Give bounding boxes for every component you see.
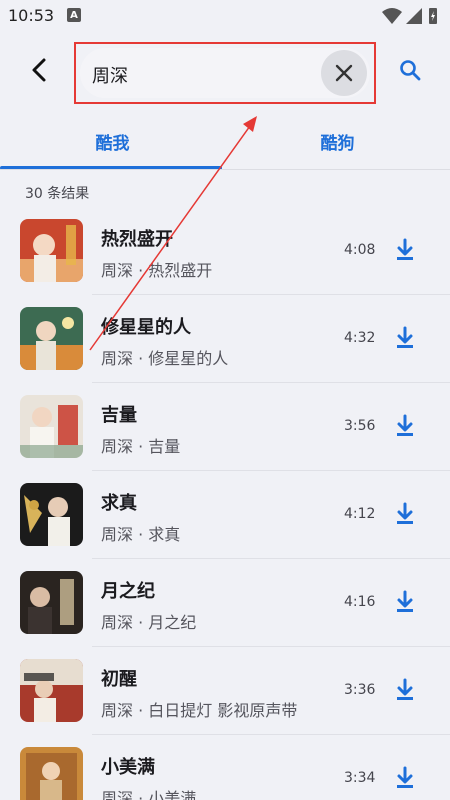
song-row[interactable]: 初醒 周深 · 白日提灯 影视原声带 3:36 bbox=[0, 647, 450, 735]
result-count: 30 条结果 bbox=[25, 186, 90, 202]
download-icon bbox=[397, 766, 413, 788]
download-button[interactable] bbox=[390, 411, 420, 441]
download-icon bbox=[397, 414, 413, 436]
song-title: 初醒 bbox=[101, 669, 137, 690]
song-duration: 3:56 bbox=[344, 418, 376, 434]
download-button[interactable] bbox=[390, 763, 420, 793]
download-button[interactable] bbox=[390, 587, 420, 617]
album-cover bbox=[20, 571, 83, 634]
song-title: 吉量 bbox=[101, 405, 137, 426]
song-row[interactable]: 求真 周深 · 求真 4:12 bbox=[0, 471, 450, 559]
song-list: 热烈盛开 周深 · 热烈盛开 4:08 修星星的人 周深 · 修星星的人 4:3… bbox=[0, 207, 450, 800]
song-title: 求真 bbox=[101, 493, 137, 514]
album-cover bbox=[20, 747, 83, 800]
tab-kuwo[interactable]: 酷我 bbox=[0, 116, 225, 166]
song-row[interactable]: 修星星的人 周深 · 修星星的人 4:32 bbox=[0, 295, 450, 383]
song-artist-album: 周深 · 修星星的人 bbox=[101, 349, 229, 368]
song-title: 热烈盛开 bbox=[101, 229, 173, 250]
source-tabs: 酷我 酷狗 bbox=[0, 116, 450, 170]
song-duration: 4:32 bbox=[344, 330, 376, 346]
song-duration: 4:12 bbox=[344, 506, 376, 522]
album-cover bbox=[20, 395, 83, 458]
close-icon bbox=[335, 64, 353, 82]
song-row[interactable]: 吉量 周深 · 吉量 3:56 bbox=[0, 383, 450, 471]
song-artist-album: 周深 · 月之纪 bbox=[101, 613, 197, 632]
album-cover bbox=[20, 307, 83, 370]
album-cover bbox=[20, 659, 83, 722]
song-artist-album: 周深 · 求真 bbox=[101, 525, 181, 544]
album-cover bbox=[20, 483, 83, 546]
song-artist-album: 周深 · 白日提灯 影视原声带 bbox=[101, 701, 298, 720]
song-artist-album: 周深 · 小美满 bbox=[101, 789, 197, 800]
song-title: 小美满 bbox=[101, 757, 155, 778]
wifi-icon bbox=[382, 8, 402, 24]
download-button[interactable] bbox=[390, 675, 420, 705]
download-icon bbox=[397, 238, 413, 260]
search-highlight-box: 周深 bbox=[74, 42, 376, 104]
search-input[interactable]: 周深 bbox=[92, 62, 128, 88]
back-button[interactable] bbox=[22, 52, 58, 88]
song-duration: 3:36 bbox=[344, 682, 376, 698]
search-icon bbox=[400, 60, 421, 81]
search-button[interactable] bbox=[394, 54, 426, 86]
download-icon bbox=[397, 502, 413, 524]
song-title: 修星星的人 bbox=[101, 317, 191, 338]
song-artist-album: 周深 · 热烈盛开 bbox=[101, 261, 213, 280]
album-cover bbox=[20, 219, 83, 282]
clear-search-button[interactable] bbox=[321, 50, 367, 96]
system-status-icons bbox=[382, 8, 437, 24]
song-row[interactable]: 月之纪 周深 · 月之纪 4:16 bbox=[0, 559, 450, 647]
song-duration: 3:34 bbox=[344, 770, 376, 786]
status-bar: 10:53 A bbox=[0, 0, 450, 32]
tab-divider bbox=[0, 169, 450, 170]
song-artist-album: 周深 · 吉量 bbox=[101, 437, 181, 456]
signal-icon bbox=[406, 8, 422, 24]
song-duration: 4:16 bbox=[344, 594, 376, 610]
notification-badge-icon: A bbox=[67, 8, 81, 22]
download-icon bbox=[397, 678, 413, 700]
status-time: 10:53 bbox=[8, 6, 55, 25]
download-button[interactable] bbox=[390, 323, 420, 353]
song-row[interactable]: 热烈盛开 周深 · 热烈盛开 4:08 bbox=[0, 207, 450, 295]
download-button[interactable] bbox=[390, 499, 420, 529]
song-duration: 4:08 bbox=[344, 242, 376, 258]
download-button[interactable] bbox=[390, 235, 420, 265]
tab-kugou[interactable]: 酷狗 bbox=[225, 116, 450, 166]
download-icon bbox=[397, 326, 413, 348]
song-row[interactable]: 小美满 周深 · 小美满 3:34 bbox=[0, 735, 450, 800]
song-title: 月之纪 bbox=[101, 581, 155, 602]
search-field[interactable]: 周深 bbox=[80, 48, 370, 98]
back-arrow-icon bbox=[32, 58, 46, 82]
download-icon bbox=[397, 590, 413, 612]
